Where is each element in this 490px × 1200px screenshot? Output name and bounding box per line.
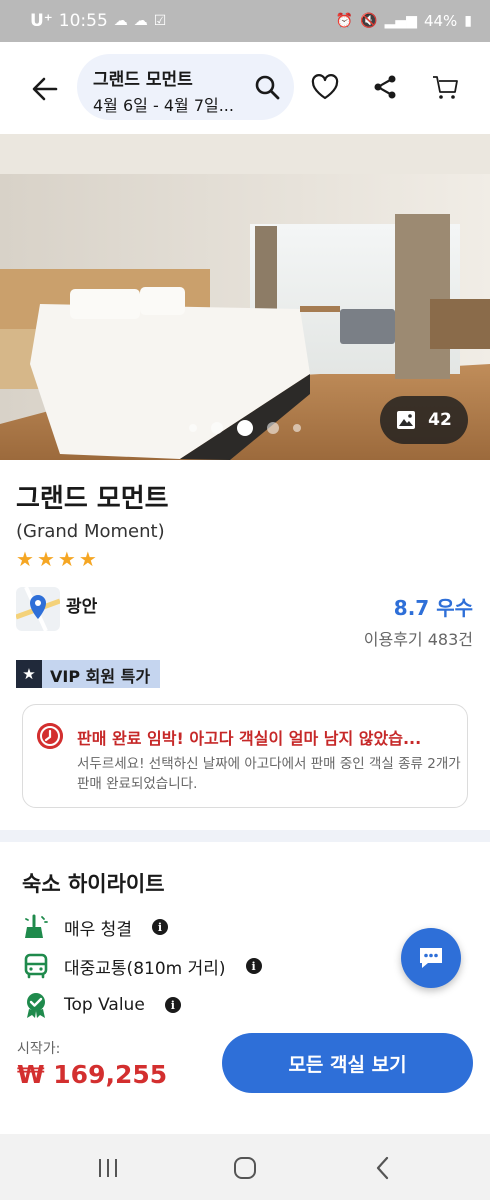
info-icon[interactable]: i <box>164 997 181 1013</box>
search-summary-pill[interactable]: 그랜드 모먼트 4월 6일 - 4월 7일... <box>77 54 294 120</box>
info-icon[interactable]: i <box>151 919 168 935</box>
arrow-left-icon <box>32 77 58 101</box>
hotel-english-name: (Grand Moment) <box>16 521 165 542</box>
review-count[interactable]: 이용후기 483건 <box>364 626 473 650</box>
cart-button[interactable] <box>430 72 460 102</box>
map-thumbnail[interactable] <box>16 587 60 631</box>
recent-apps-icon <box>99 1159 117 1177</box>
highlight-label: 매우 청결 <box>64 919 132 940</box>
photo-count-button[interactable]: 42 <box>380 396 468 444</box>
highlight-label: 대중교통(810m 거리) <box>64 958 226 979</box>
cart-icon <box>433 76 458 99</box>
back-button[interactable] <box>26 70 64 108</box>
pagination-dot-active <box>237 420 253 436</box>
alert-body: 서두르세요! 선택하신 날짜에 아고다에서 판매 중인 객실 종류 2개가 판매… <box>77 756 461 792</box>
system-nav-bar <box>0 1134 490 1200</box>
top-bar: 그랜드 모먼트 4월 6일 - 4월 7일... <box>0 42 490 134</box>
star-rating: ★ ★ ★ ★ <box>16 547 97 571</box>
bus-icon <box>22 952 50 980</box>
broom-icon <box>22 913 50 941</box>
star-icon: ★ <box>57 547 76 571</box>
search-dates: 4월 6일 - 4월 7일... <box>93 96 234 115</box>
clock-icon <box>37 723 63 749</box>
checkbox-icon: ☑ <box>153 13 167 29</box>
star-icon: ★ <box>78 547 97 571</box>
share-icon <box>374 75 396 99</box>
battery-percent: 44% <box>423 12 458 30</box>
alert-title: 판매 완료 임박! 아고다 객실이 얼마 남지 않았습... <box>77 729 422 748</box>
hotel-name: 그랜드 모먼트 <box>16 484 169 514</box>
favorite-button[interactable] <box>310 72 340 102</box>
location-name[interactable]: 광안 <box>66 592 97 617</box>
chat-button[interactable] <box>401 928 461 988</box>
chat-bubble-icon <box>420 948 442 968</box>
map-pin-icon <box>16 587 60 631</box>
image-icon <box>397 411 416 429</box>
review-score[interactable]: 8.7 우수 <box>394 592 473 621</box>
status-bar: U⁺ 10:55 ☁ ☁ ☑ ⏰ 🔇 ▂▄▆ 44% ▮ <box>0 0 490 42</box>
highlight-label: Top Value <box>64 995 145 1015</box>
home-icon <box>234 1157 256 1179</box>
search-hotel-title: 그랜드 모먼트 <box>93 70 193 90</box>
system-back-button[interactable] <box>368 1154 398 1182</box>
cloud-icon: ☁ <box>133 13 148 29</box>
home-button[interactable] <box>230 1154 260 1182</box>
vip-badge-label: VIP 회원 특가 <box>42 660 161 688</box>
star-icon: ★ <box>36 547 55 571</box>
section-divider <box>0 830 490 842</box>
photo-count: 42 <box>428 410 452 430</box>
share-button[interactable] <box>370 72 400 102</box>
highlight-item-cleanliness[interactable]: 매우 청결 i <box>22 913 168 941</box>
pagination-dot <box>267 422 279 434</box>
info-icon[interactable]: i <box>245 958 262 974</box>
battery-icon: ▮ <box>464 13 472 29</box>
highlights-title: 숙소 하이라이트 <box>22 872 165 896</box>
pagination-dot <box>293 424 301 432</box>
highlight-item-top-value[interactable]: Top Value i <box>22 991 181 1019</box>
status-time: 10:55 <box>58 11 108 31</box>
signal-icon: ▂▄▆ <box>384 13 417 29</box>
price-label: 시작가: <box>17 1041 61 1057</box>
heart-icon <box>311 74 339 100</box>
pagination-dot <box>189 424 197 432</box>
star-icon: ★ <box>16 660 42 688</box>
recent-apps-button[interactable] <box>93 1154 123 1182</box>
cloud-icon: ☁ <box>113 13 128 29</box>
chevron-left-icon <box>376 1156 389 1180</box>
vip-badge: ★ VIP 회원 특가 <box>16 660 161 688</box>
search-icon[interactable] <box>254 74 280 100</box>
view-all-rooms-button[interactable]: 모든 객실 보기 <box>222 1033 473 1093</box>
mute-icon: 🔇 <box>360 13 378 29</box>
award-badge-icon <box>22 991 50 1019</box>
star-icon: ★ <box>16 547 34 571</box>
pagination-dot <box>211 422 223 434</box>
carrier-label: U⁺ <box>30 11 53 31</box>
price-value: ₩ 169,255 <box>17 1060 168 1089</box>
hotel-photo-gallery[interactable]: 42 <box>0 134 490 460</box>
highlight-item-transit[interactable]: 대중교통(810m 거리) i <box>22 952 262 980</box>
alarm-icon: ⏰ <box>335 13 354 29</box>
scarcity-alert-card: 판매 완료 임박! 아고다 객실이 얼마 남지 않았습... 서두르세요! 선택… <box>22 704 468 808</box>
